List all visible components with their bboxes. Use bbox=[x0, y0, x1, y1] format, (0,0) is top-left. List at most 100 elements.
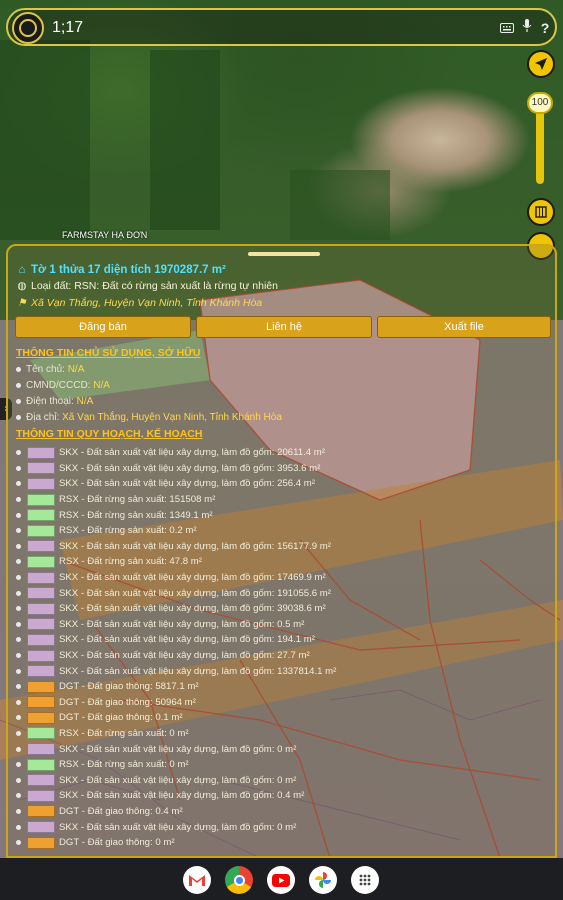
owner-address-label: Địa chỉ: bbox=[26, 412, 63, 423]
plan-row-text: SKX - Đất sản xuất vật liệu xây dựng, là… bbox=[59, 572, 326, 584]
plan-row: SKX - Đất sản xuất vật liệu xây dựng, là… bbox=[16, 461, 546, 477]
plan-row: DGT - Đất giao thông: 50964 m² bbox=[16, 695, 546, 711]
help-icon[interactable]: ? bbox=[536, 19, 554, 37]
plan-row-text: SKX - Đất sản xuất vật liệu xây dựng, là… bbox=[59, 665, 337, 677]
plan-row: RSX - Đất rừng sản xuất: 151508 m² bbox=[16, 492, 546, 508]
app-logo-icon[interactable] bbox=[12, 12, 44, 44]
plan-row: SKX - Đất sản xuất vật liệu xây dựng, là… bbox=[16, 617, 546, 633]
land-type-text: Loại đất: RSN: Đất có rừng sản xuất là r… bbox=[31, 280, 278, 292]
owner-phone-value: N/A bbox=[76, 396, 94, 407]
plan-row: SKX - Đất sản xuất vật liệu xây dựng, là… bbox=[16, 788, 546, 804]
address-line: ⚑ Xã Vạn Thắng, Huyện Vạn Ninh, Tỉnh Khán… bbox=[16, 297, 262, 309]
plan-row: DGT - Đất giao thông: 5817.1 m² bbox=[16, 679, 546, 695]
bullet-icon bbox=[16, 621, 21, 627]
plan-section-heading: THÔNG TIN QUY HOẠCH, KẾ HOẠCH bbox=[16, 428, 203, 440]
plan-color-swatch bbox=[27, 727, 55, 740]
plan-row-text: RSX - Đất rừng sản xuất: 0 m² bbox=[59, 727, 189, 739]
owner-id-row: CMND/CCCD: N/A bbox=[16, 380, 110, 391]
plan-row: SKX - Đất sản xuất vật liệu xây dựng, là… bbox=[16, 539, 546, 555]
layers-icon bbox=[535, 206, 547, 218]
plan-row-text: SKX - Đất sản xuất vật liệu xây dựng, là… bbox=[59, 634, 315, 646]
bullet-icon bbox=[16, 637, 21, 643]
plan-color-swatch bbox=[27, 602, 55, 615]
plan-row-text: RSX - Đất rừng sản xuất: 151508 m² bbox=[59, 494, 216, 506]
plan-row-text: SKX - Đất sản xuất vật liệu xây dựng, là… bbox=[59, 774, 297, 786]
export-file-button[interactable]: Xuất file bbox=[377, 316, 551, 338]
plan-row-text: SKX - Đất sản xuất vật liệu xây dựng, là… bbox=[59, 540, 331, 552]
plan-row: SKX - Đất sản xuất vật liệu xây dựng, là… bbox=[16, 570, 546, 586]
plan-color-swatch bbox=[27, 711, 55, 724]
owner-address-row: Địa chỉ: Xã Vạn Thắng, Huyện Vạn Ninh, T… bbox=[16, 412, 282, 423]
owner-id-label: CMND/CCCD: bbox=[26, 380, 94, 391]
globe-icon: ◍ bbox=[17, 280, 27, 292]
bullet-icon bbox=[16, 730, 21, 736]
post-sale-button[interactable]: Đăng bán bbox=[15, 316, 191, 338]
address-text: Xã Vạn Thắng, Huyện Vạn Ninh, Tỉnh Khánh… bbox=[31, 297, 263, 309]
bullet-icon bbox=[16, 606, 21, 612]
owner-section-heading: THÔNG TIN CHỦ SỬ DỤNG, SỞ HỮU bbox=[16, 347, 201, 359]
chrome-icon[interactable] bbox=[225, 866, 253, 894]
bullet-icon bbox=[16, 366, 21, 372]
plan-color-swatch bbox=[27, 540, 55, 553]
contact-button[interactable]: Liên hệ bbox=[196, 316, 372, 338]
plan-row-text: RSX - Đất rừng sản xuất: 0 m² bbox=[59, 759, 189, 771]
app-launcher-icon[interactable] bbox=[351, 866, 379, 894]
plan-color-swatch bbox=[27, 665, 55, 678]
plan-color-swatch bbox=[27, 509, 55, 522]
gmail-icon[interactable] bbox=[183, 866, 211, 894]
plan-row: RSX - Đất rừng sản xuất: 0 m² bbox=[16, 757, 546, 773]
locate-button[interactable] bbox=[527, 50, 555, 78]
keyboard-icon[interactable] bbox=[498, 19, 516, 37]
search-bar: ? bbox=[6, 8, 557, 46]
sheet-drag-handle[interactable] bbox=[248, 252, 320, 256]
parcel-title-text: Tờ 1 thửa 17 diện tích 1970287.7 m² bbox=[31, 264, 226, 276]
land-type-line: ◍ Loại đất: RSN: Đất có rừng sản xuất là … bbox=[16, 280, 278, 292]
plan-row-text: DGT - Đất giao thông: 5817.1 m² bbox=[59, 681, 199, 693]
search-input[interactable] bbox=[52, 16, 432, 40]
bullet-icon bbox=[16, 653, 21, 659]
youtube-icon[interactable] bbox=[267, 866, 295, 894]
bullet-icon bbox=[16, 746, 21, 752]
plan-row-text: DGT - Đất giao thông: 0.1 m² bbox=[59, 712, 183, 724]
plan-row: SKX - Đất sản xuất vật liệu xây dựng, là… bbox=[16, 632, 546, 648]
plan-row-text: RSX - Đất rừng sản xuất: 0.2 m² bbox=[59, 525, 197, 537]
plan-row-text: SKX - Đất sản xuất vật liệu xây dựng, là… bbox=[59, 743, 297, 755]
owner-phone-row: Điện thoại: N/A bbox=[16, 396, 93, 407]
plan-row-text: DGT - Đất giao thông: 50964 m² bbox=[59, 696, 196, 708]
owner-name-label: Tên chủ: bbox=[26, 364, 68, 375]
owner-name-row: Tên chủ: N/A bbox=[16, 364, 84, 375]
photos-icon[interactable] bbox=[309, 866, 337, 894]
plan-color-swatch bbox=[27, 774, 55, 787]
plan-row: DGT - Đất giao thông: 0 m² bbox=[16, 835, 546, 851]
plan-row: SKX - Đất sản xuất vật liệu xây dựng, là… bbox=[16, 445, 546, 461]
flag-icon: ⚑ bbox=[17, 297, 27, 309]
bullet-icon bbox=[16, 715, 21, 721]
layers-button[interactable] bbox=[527, 198, 555, 226]
bullet-icon bbox=[16, 590, 21, 596]
plan-row-text: DGT - Đất giao thông: 0 m² bbox=[59, 837, 175, 849]
microphone-icon[interactable] bbox=[518, 19, 536, 37]
bullet-icon bbox=[16, 762, 21, 768]
bullet-icon bbox=[16, 668, 21, 674]
plan-color-swatch bbox=[27, 805, 55, 818]
plan-color-swatch bbox=[27, 743, 55, 756]
owner-phone-label: Điện thoại: bbox=[26, 396, 77, 407]
plan-list: SKX - Đất sản xuất vật liệu xây dựng, là… bbox=[16, 445, 546, 850]
plan-row-text: SKX - Đất sản xuất vật liệu xây dựng, là… bbox=[59, 618, 305, 630]
plan-row: DGT - Đất giao thông: 0.4 m² bbox=[16, 804, 546, 820]
bullet-icon bbox=[16, 497, 21, 503]
zoom-slider-track[interactable] bbox=[536, 104, 544, 184]
plan-row: RSX - Đất rừng sản xuất: 1349.1 m² bbox=[16, 507, 546, 523]
plan-row: RSX - Đất rừng sản xuất: 0.2 m² bbox=[16, 523, 546, 539]
plan-row-text: RSX - Đất rừng sản xuất: 1349.1 m² bbox=[59, 509, 213, 521]
zoom-slider-thumb[interactable]: 100 bbox=[527, 92, 553, 114]
plan-row: SKX - Đất sản xuất vật liệu xây dựng, là… bbox=[16, 663, 546, 679]
plan-color-swatch bbox=[27, 587, 55, 600]
poi-label[interactable]: FARMSTAY HẠ ĐƠN bbox=[62, 230, 147, 240]
plan-color-swatch bbox=[27, 696, 55, 709]
plan-color-swatch bbox=[27, 633, 55, 646]
plan-row: SKX - Đất sản xuất vật liệu xây dựng, là… bbox=[16, 476, 546, 492]
plan-row: RSX - Đất rừng sản xuất: 47.8 m² bbox=[16, 554, 546, 570]
plan-row-text: DGT - Đất giao thông: 0.4 m² bbox=[59, 805, 183, 817]
bullet-icon bbox=[16, 481, 21, 487]
